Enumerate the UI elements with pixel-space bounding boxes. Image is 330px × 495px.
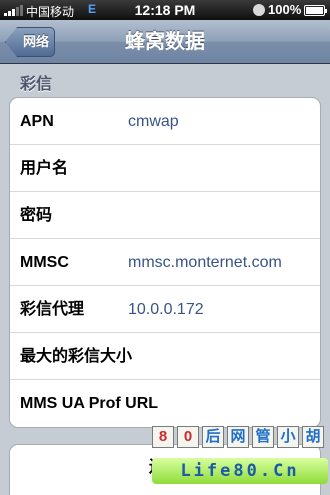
watermark-char: 胡 — [302, 426, 324, 448]
settings-row-mmsc[interactable]: MMSC mmsc.monternet.com — [10, 239, 320, 286]
watermark-text: Life80.Cn — [152, 458, 328, 484]
row-value[interactable]: 10.0.0.172 — [128, 286, 204, 333]
row-value[interactable]: mmsc.monternet.com — [128, 239, 282, 286]
watermark-char: 8 — [152, 426, 174, 448]
watermark-char: 后 — [202, 426, 224, 448]
watermark-char: 网 — [227, 426, 249, 448]
settings-row-password[interactable]: 密码 — [10, 192, 320, 239]
rotation-lock-icon — [253, 4, 265, 16]
navigation-bar: 网络 蜂窝数据 — [0, 20, 330, 64]
row-value[interactable]: cmwap — [128, 98, 179, 145]
watermark-chars: 8 0 后 网 管 小 胡 — [152, 426, 324, 448]
section-header: 彩信 — [20, 76, 53, 93]
row-label: 最大的彩信大小 — [20, 348, 133, 365]
watermark-logo: 8 0 后 网 管 小 胡 Life80.Cn — [152, 426, 328, 492]
settings-row-mms-ua-prof-url[interactable]: MMS UA Prof URL — [10, 380, 320, 427]
status-bar: 中国移动 E 12:18 PM 100% — [0, 0, 330, 20]
settings-group: APN cmwap 用户名 密码 MMSC mmsc.monternet.com… — [9, 97, 321, 428]
battery-percent: 100% — [268, 2, 302, 17]
settings-row-apn[interactable]: APN cmwap — [10, 98, 320, 145]
row-label: 彩信代理 — [20, 301, 85, 318]
row-label: 密码 — [20, 207, 53, 224]
watermark-char: 小 — [277, 426, 299, 448]
row-label: APN — [20, 113, 54, 130]
watermark-char: 管 — [252, 426, 274, 448]
watermark-char: 0 — [177, 426, 199, 448]
battery-icon — [304, 5, 327, 16]
row-label: MMSC — [20, 254, 69, 271]
settings-row-username[interactable]: 用户名 — [10, 145, 320, 192]
row-label: 用户名 — [20, 160, 69, 177]
page-title: 蜂窝数据 — [125, 31, 205, 53]
row-label: MMS UA Prof URL — [20, 395, 159, 412]
settings-row-mms-proxy[interactable]: 彩信代理 10.0.0.172 — [10, 286, 320, 333]
settings-row-max-mms-size[interactable]: 最大的彩信大小 — [10, 333, 320, 380]
battery-fill — [306, 7, 323, 14]
